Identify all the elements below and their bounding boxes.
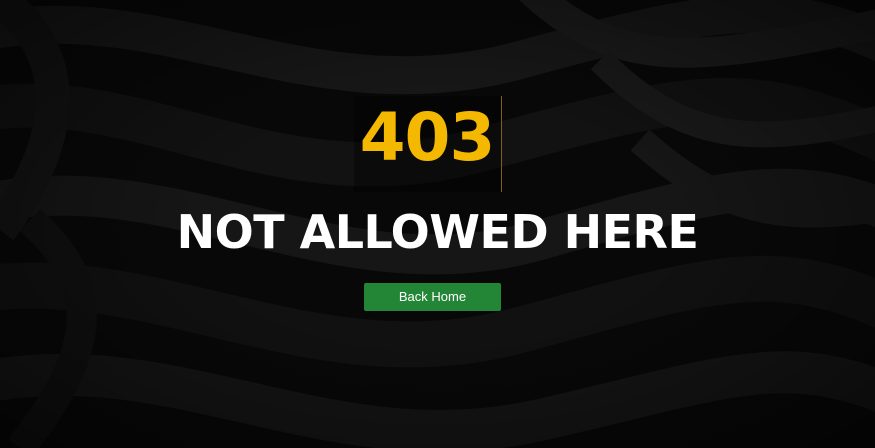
error-page: 403 NOT ALLOWED HERE Back Home — [0, 0, 875, 448]
error-message: NOT ALLOWED HERE — [176, 205, 699, 259]
back-home-button[interactable]: Back Home — [364, 283, 501, 311]
error-code: 403 — [359, 99, 496, 176]
